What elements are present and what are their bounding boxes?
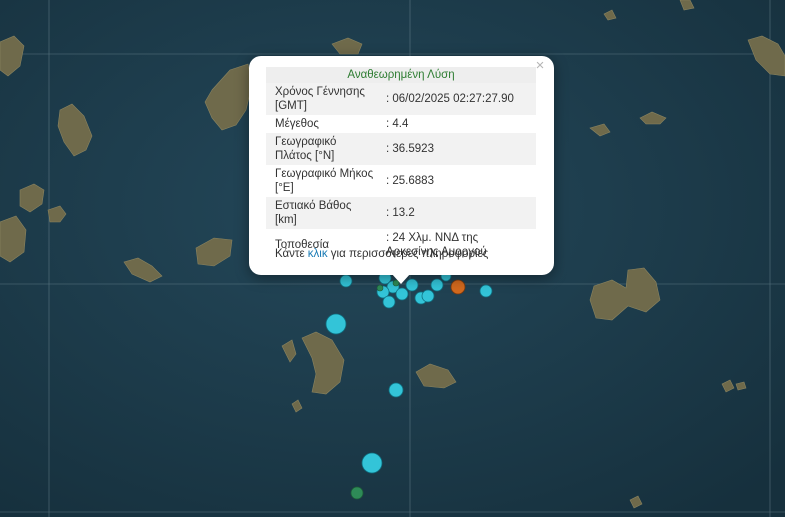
- more-info-prefix: Κάντε: [275, 248, 308, 260]
- more-info-suffix: για περισσότερες πληροφορίες: [327, 248, 489, 260]
- label-longitude: Γεωγραφικό Μήκος [°E]: [275, 168, 374, 194]
- earthquake-marker[interactable]: [382, 295, 396, 309]
- more-info-line: Κάντε κλικ για περισσότερες πληροφορίες: [275, 248, 488, 260]
- value-latitude: : 36.5923: [386, 143, 434, 155]
- value-origin-time: : 06/02/2025 02:27:27.90: [386, 93, 514, 105]
- earthquake-marker[interactable]: [376, 284, 384, 292]
- value-magnitude: : 4.4: [386, 118, 409, 130]
- info-table: Αναθεωρημένη Λύση Χρόνος Γέννησης [GMT] …: [266, 67, 536, 261]
- earthquake-marker-large[interactable]: [361, 452, 383, 474]
- row-longitude: Γεωγραφικό Μήκος [°E] : 25.6883: [266, 165, 536, 197]
- earthquake-info-popup: × Αναθεωρημένη Λύση Χρόνος Γέννησης [GMT…: [249, 56, 554, 275]
- row-depth: Εστιακό Βάθος [km] : 13.2: [266, 197, 536, 229]
- info-rows: Χρόνος Γέννησης [GMT] : 06/02/2025 02:27…: [266, 83, 536, 261]
- label-origin-time: Χρόνος Γέννησης [GMT]: [275, 86, 365, 112]
- earthquake-marker[interactable]: [388, 382, 404, 398]
- earthquake-marker[interactable]: [395, 287, 409, 301]
- earthquake-marker-orange[interactable]: [450, 279, 466, 295]
- value-depth: : 13.2: [386, 207, 415, 219]
- more-info-link[interactable]: κλικ: [308, 248, 328, 260]
- earthquake-marker[interactable]: [339, 274, 353, 288]
- label-latitude: Γεωγραφικό Πλάτος [°N]: [275, 136, 337, 162]
- row-magnitude: Μέγεθος : 4.4: [266, 115, 536, 133]
- earthquake-marker-green[interactable]: [350, 486, 364, 500]
- value-longitude: : 25.6883: [386, 175, 434, 187]
- earthquake-marker[interactable]: [479, 284, 493, 298]
- popup-tip: [391, 273, 411, 284]
- row-origin-time: Χρόνος Γέννησης [GMT] : 06/02/2025 02:27…: [266, 83, 536, 115]
- earthquake-marker[interactable]: [430, 278, 444, 292]
- popup-header: Αναθεωρημένη Λύση: [266, 67, 536, 83]
- earthquake-marker-large[interactable]: [325, 313, 347, 335]
- earthquake-marker[interactable]: [421, 289, 435, 303]
- label-magnitude: Μέγεθος: [275, 118, 319, 130]
- row-latitude: Γεωγραφικό Πλάτος [°N] : 36.5923: [266, 133, 536, 165]
- label-depth: Εστιακό Βάθος [km]: [275, 200, 352, 226]
